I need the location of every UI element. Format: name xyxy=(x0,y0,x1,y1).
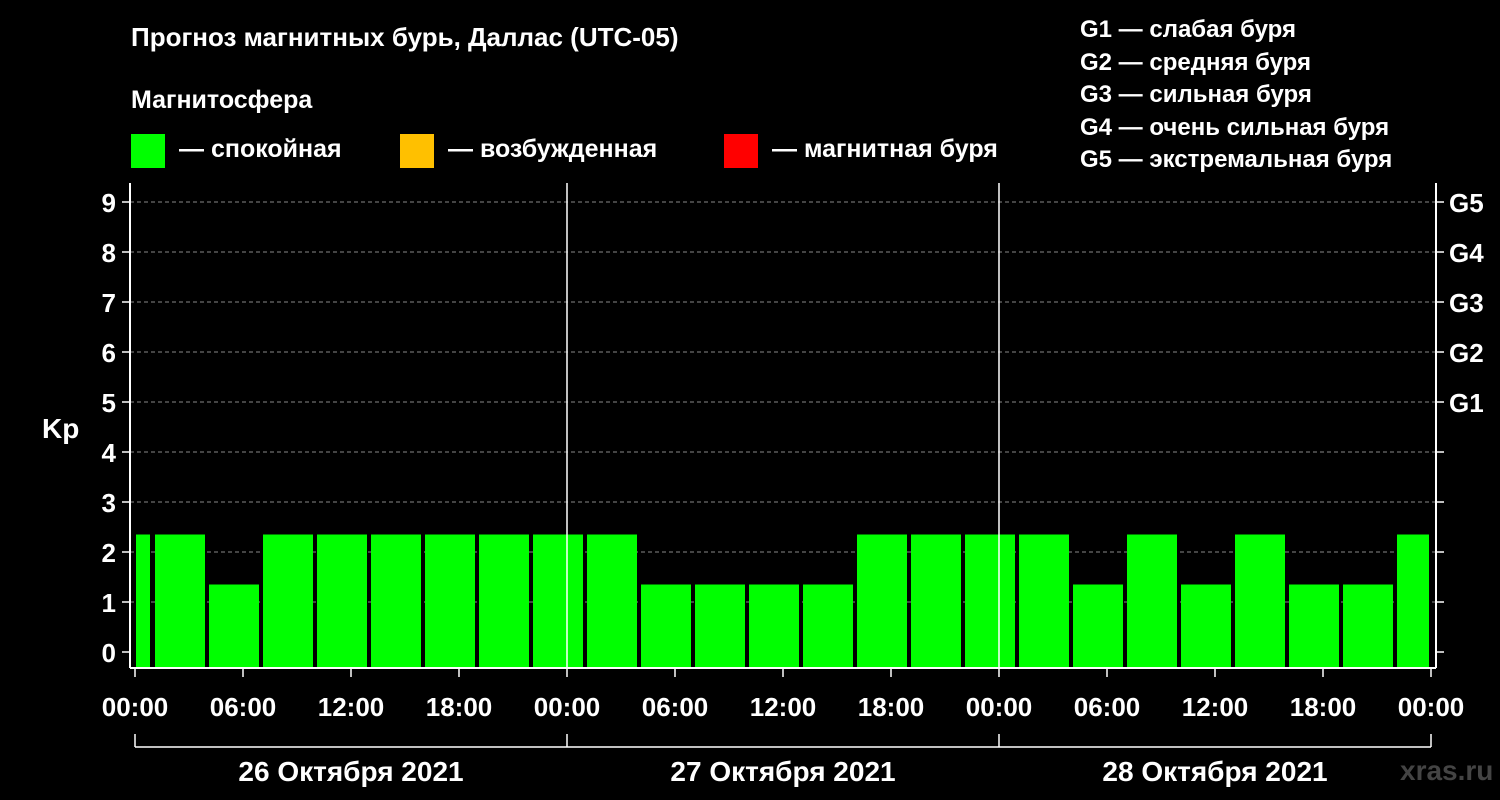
x-tick-label: 00:00 xyxy=(534,692,601,722)
kp-bar xyxy=(317,534,367,668)
x-tick-label: 12:00 xyxy=(1182,692,1249,722)
x-tick-label: 00:00 xyxy=(102,692,169,722)
g-level-label: G2 xyxy=(1449,338,1484,368)
y-tick-label: 8 xyxy=(102,238,116,268)
watermark: xras.ru xyxy=(1400,755,1494,786)
kp-bar xyxy=(479,534,529,668)
kp-bar xyxy=(641,584,691,668)
kp-bar xyxy=(533,534,583,668)
kp-bar-chart: 0 1 2 3 4 5 6 7 8 9 G1 G2 G3 G4 G5 Kp 00:00 06:00 12:00 18:… xyxy=(42,183,1484,787)
x-tick-label: 12:00 xyxy=(750,692,817,722)
x-tick-label: 18:00 xyxy=(1290,692,1357,722)
y-tick-label: 4 xyxy=(102,438,117,468)
kp-bar xyxy=(1289,584,1339,668)
x-tick-label: 12:00 xyxy=(318,692,385,722)
y-tick-label: 7 xyxy=(102,288,116,318)
y-tick-label: 2 xyxy=(102,538,116,568)
y-tick-label: 6 xyxy=(102,338,116,368)
kp-bar xyxy=(136,534,150,668)
y-tick-label: 9 xyxy=(102,188,116,218)
kp-bar xyxy=(1397,534,1429,668)
kp-bar xyxy=(263,534,313,668)
kp-bar xyxy=(1127,534,1177,668)
g-level-label: G4 xyxy=(1449,238,1484,268)
x-tick-label: 06:00 xyxy=(1074,692,1141,722)
y-tick-label: 5 xyxy=(102,388,116,418)
x-tick-label: 18:00 xyxy=(426,692,493,722)
kp-bar xyxy=(857,534,907,668)
x-tick-label: 06:00 xyxy=(642,692,709,722)
kp-bar xyxy=(425,534,475,668)
kp-bar xyxy=(1343,584,1393,668)
kp-bar xyxy=(209,584,259,668)
y-tick-label: 3 xyxy=(102,488,116,518)
y-tick-label: 0 xyxy=(102,638,116,668)
kp-bar xyxy=(749,584,799,668)
x-tick-label: 06:00 xyxy=(210,692,277,722)
kp-bar xyxy=(911,534,961,668)
day-label: 28 Октября 2021 xyxy=(1102,756,1327,787)
y-axis-label: Kp xyxy=(42,413,79,444)
kp-bar xyxy=(1235,534,1285,668)
g-level-label: G1 xyxy=(1449,388,1484,418)
x-tick-label: 00:00 xyxy=(1398,692,1465,722)
kp-bar xyxy=(587,534,637,668)
g-level-label: G5 xyxy=(1449,188,1484,218)
y-tick-label: 1 xyxy=(102,588,116,618)
kp-bar xyxy=(371,534,421,668)
kp-bar xyxy=(695,584,745,668)
kp-bar xyxy=(155,534,205,668)
x-tick-label: 18:00 xyxy=(858,692,925,722)
kp-bar xyxy=(803,584,853,668)
day-label: 27 Октября 2021 xyxy=(670,756,895,787)
day-label: 26 Октября 2021 xyxy=(238,756,463,787)
kp-bar xyxy=(965,534,1015,668)
kp-bar xyxy=(1073,584,1123,668)
g-level-label: G3 xyxy=(1449,288,1484,318)
kp-bar xyxy=(1181,584,1231,668)
x-tick-label: 00:00 xyxy=(966,692,1033,722)
kp-bar xyxy=(1019,534,1069,668)
